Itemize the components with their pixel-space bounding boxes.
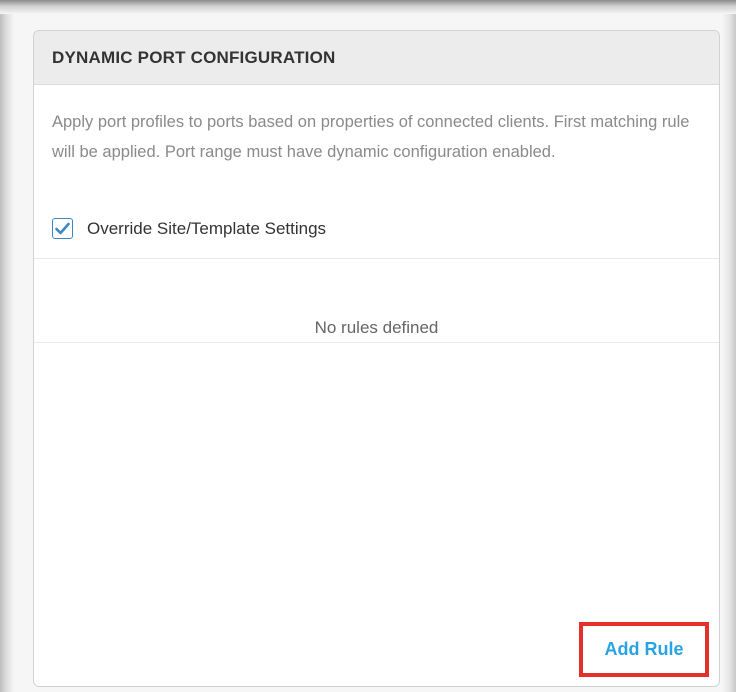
frame-shadow — [0, 0, 736, 14]
add-rule-button[interactable]: Add Rule — [579, 622, 709, 677]
override-settings-label[interactable]: Override Site/Template Settings — [87, 219, 326, 239]
rules-top-divider — [34, 258, 719, 259]
override-settings-row[interactable]: Override Site/Template Settings — [52, 218, 326, 239]
no-rules-message: No rules defined — [314, 318, 439, 337]
dynamic-port-configuration-panel: DYNAMIC PORT CONFIGURATION Apply port pr… — [33, 30, 720, 687]
panel-header: DYNAMIC PORT CONFIGURATION — [34, 31, 719, 85]
screenshot-frame: DYNAMIC PORT CONFIGURATION Apply port pr… — [0, 0, 736, 692]
override-settings-checkbox[interactable] — [52, 218, 73, 239]
checkmark-icon — [55, 222, 70, 235]
panel-title: DYNAMIC PORT CONFIGURATION — [52, 47, 336, 67]
panel-description: Apply port profiles to ports based on pr… — [52, 113, 690, 161]
rules-bottom-divider — [34, 342, 719, 343]
